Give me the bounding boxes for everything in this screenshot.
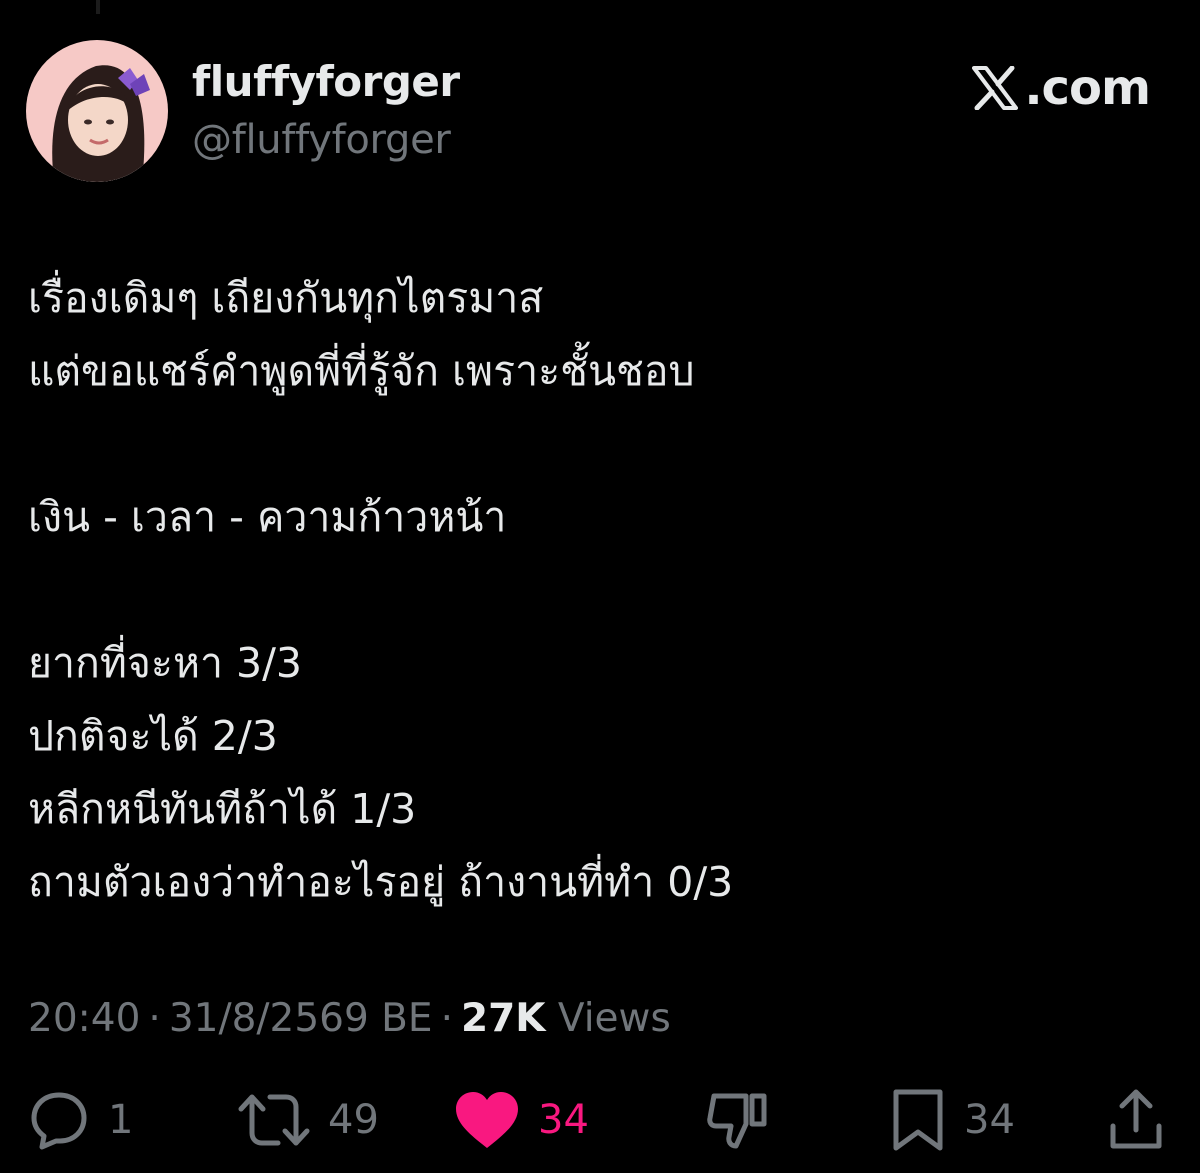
tweet-line: เงิน - เวลา - ความก้าวหน้า: [28, 493, 507, 541]
tweet-line: แต่ขอแชร์คำพูดพี่ที่รู้จัก เพราะชั้นชอบ: [28, 347, 695, 395]
author-handle[interactable]: @fluffyforger: [192, 112, 451, 168]
brand-mark: .com: [972, 58, 1151, 118]
reply-icon: [31, 1092, 87, 1150]
like-count: 34: [538, 1097, 589, 1143]
dislike-icon: [707, 1093, 767, 1149]
avatar-image: [26, 40, 168, 182]
reply-count: 1: [108, 1097, 134, 1143]
views-label[interactable]: Views: [558, 996, 671, 1041]
bookmark-icon: [893, 1089, 943, 1151]
tweet-line: เรื่องเดิมๆ เถียงกันทุกไตรมาส: [28, 274, 544, 322]
tweet-meta: 20:40 · 31/8/2569 BE · 27K Views: [28, 992, 671, 1046]
tweet-time[interactable]: 20:40: [28, 996, 140, 1041]
tweet-text: เรื่องเดิมๆ เถียงกันทุกไตรมาส แต่ขอแชร์ค…: [28, 262, 1178, 919]
bookmark-count: 34: [964, 1097, 1015, 1143]
repost-icon: [238, 1094, 310, 1146]
bookmark-button[interactable]: 34: [890, 1084, 1015, 1156]
heart-icon: [456, 1092, 518, 1148]
tweet-line: หลีกหนีทันทีถ้าได้ 1/3: [28, 785, 417, 833]
action-bar: 1 49 34 34: [0, 1084, 1200, 1156]
views-count: 27K: [460, 996, 546, 1041]
meta-separator: ·: [440, 996, 453, 1041]
tweet-line: ปกติจะได้ 2/3: [28, 712, 278, 760]
repost-count: 49: [328, 1097, 379, 1143]
meta-separator: ·: [148, 996, 161, 1041]
reply-button[interactable]: 1: [28, 1084, 133, 1156]
avatar[interactable]: [26, 40, 168, 182]
repost-button[interactable]: 49: [238, 1084, 379, 1156]
brand-text: .com: [1024, 60, 1151, 116]
tweet-date[interactable]: 31/8/2569 BE: [169, 996, 433, 1041]
dislike-button[interactable]: [706, 1084, 770, 1156]
share-icon: [1110, 1089, 1162, 1149]
tweet-line: ยากที่จะหา 3/3: [28, 639, 303, 687]
top-edge: [0, 0, 1200, 20]
like-button[interactable]: 34: [454, 1084, 589, 1156]
top-edge-mark: [96, 0, 100, 14]
x-logo-icon: [972, 66, 1019, 110]
share-button[interactable]: [1108, 1084, 1164, 1156]
author-display-name[interactable]: fluffyforger: [192, 54, 460, 110]
tweet-line: ถามตัวเองว่าทำอะไรอยู่ ถ้างานที่ทำ 0/3: [28, 858, 734, 906]
